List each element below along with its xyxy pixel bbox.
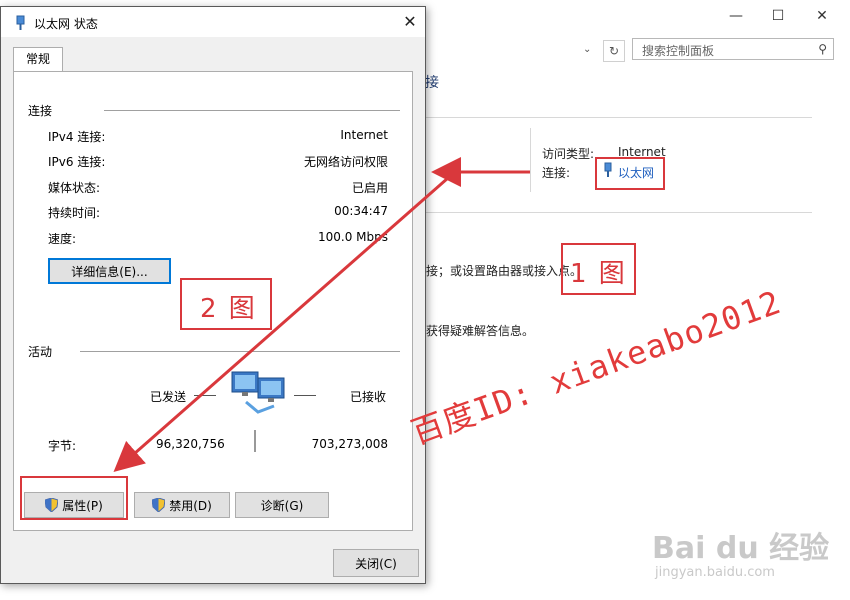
media-state-label: 媒体状态: (48, 181, 101, 195)
minimize-icon[interactable]: — (726, 6, 746, 26)
chevron-down-icon[interactable]: ⌄ (583, 44, 591, 55)
received-label: 已接收 (350, 390, 387, 404)
section-heading: 接 (425, 75, 439, 91)
close-icon[interactable]: ✕ (399, 12, 421, 32)
close-button-label: 关闭(C) (355, 556, 397, 571)
disable-button[interactable]: 禁用(D) (134, 492, 230, 518)
annotation-label-2: 2 图 (200, 294, 257, 324)
search-icon[interactable]: ⚲ (818, 42, 827, 56)
maximize-icon[interactable]: ☐ (768, 6, 788, 26)
bytes-received: 703,273,008 (311, 437, 388, 451)
ipv4-label: IPv4 连接: (48, 130, 106, 144)
diagnose-button-label: 诊断(G) (260, 498, 304, 513)
divider (530, 128, 531, 192)
divider (426, 117, 812, 118)
sent-line (194, 395, 216, 396)
sent-label: 已发送 (150, 390, 187, 404)
baidu-logo: Bai du 经验 (652, 531, 830, 566)
divider (426, 212, 812, 213)
annotation-label-1: 1 图 (570, 259, 627, 289)
group-divider (104, 110, 400, 111)
speed-label: 速度: (48, 232, 77, 246)
diagnose-button[interactable]: 诊断(G) (235, 492, 329, 518)
bytes-divider (254, 430, 256, 452)
activity-group-label: 活动 (28, 345, 53, 359)
media-state-value: 已启用 (351, 181, 388, 195)
search-box[interactable]: 搜索控制面板 ⚲ (632, 38, 834, 60)
details-button[interactable]: 详细信息(E)... (48, 258, 171, 284)
disable-button-label: 禁用(D) (169, 498, 212, 513)
bytes-sent: 96,320,756 (156, 437, 225, 451)
network-activity-icon (231, 371, 285, 414)
shield-icon (152, 498, 166, 512)
ipv4-value: Internet (340, 128, 388, 142)
ethernet-icon (16, 15, 25, 30)
dialog-title: 以太网 状态 (34, 17, 98, 31)
access-type-label: 访问类型: (542, 147, 595, 161)
tab-general[interactable]: 常规 (13, 47, 63, 72)
connection-group-label: 连接 (28, 104, 53, 118)
annotation-box-1: 1 图 (561, 243, 636, 295)
search-placeholder: 搜索控制面板 (642, 44, 715, 58)
refresh-icon[interactable]: ↻ (603, 40, 625, 62)
close-button[interactable]: 关闭(C) (333, 549, 419, 577)
speed-value: 100.0 Mbps (317, 230, 388, 244)
connection-label: 连接: (542, 166, 571, 180)
annotation-box-2: 2 图 (180, 278, 272, 330)
setup-connection-text: 接；或设置路由器或接入点。 (426, 264, 583, 278)
details-button-label: 详细信息(E)... (71, 264, 148, 279)
duration-label: 持续时间: (48, 206, 101, 220)
baidu-url: jingyan.baidu.com (655, 565, 775, 580)
received-line (294, 395, 316, 396)
duration-value: 00:34:47 (334, 204, 388, 218)
troubleshoot-text: 获得疑难解答信息。 (426, 324, 535, 338)
highlight-ethernet-link (595, 157, 665, 190)
close-icon[interactable]: ✕ (812, 6, 832, 26)
ipv6-label: IPv6 连接: (48, 155, 106, 169)
bytes-label: 字节: (48, 439, 77, 453)
dialog-titlebar[interactable]: 以太网 状态 ✕ (1, 7, 425, 37)
group-divider (80, 351, 400, 352)
ipv6-value: 无网络访问权限 (303, 155, 388, 169)
highlight-properties-button (20, 476, 128, 520)
